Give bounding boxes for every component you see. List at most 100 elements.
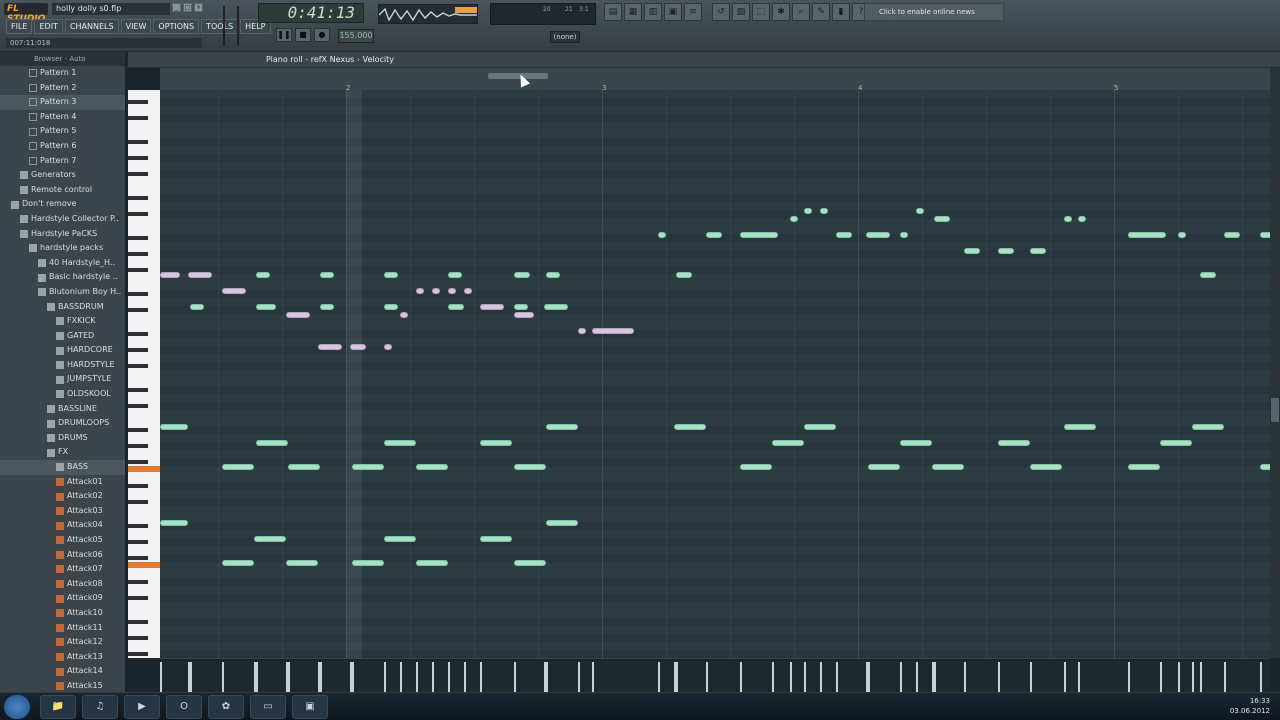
browser-item[interactable]: HARDCORE (0, 343, 125, 358)
black-key[interactable] (128, 332, 148, 336)
midi-note[interactable] (256, 272, 270, 278)
start-button[interactable] (4, 695, 30, 719)
black-key[interactable] (128, 100, 148, 104)
system-tray-clock[interactable]: 16:33 03.06.2012 (1230, 696, 1270, 716)
velocity-bar[interactable] (578, 662, 580, 692)
midi-note[interactable] (546, 424, 578, 430)
midi-note[interactable] (932, 464, 964, 470)
velocity-bar[interactable] (318, 662, 320, 692)
midi-note[interactable] (384, 536, 416, 542)
velocity-bar[interactable] (1030, 662, 1032, 692)
magnifier-icon[interactable]: ⌕ (792, 3, 810, 21)
plugin-icon[interactable]: ✱ (772, 3, 790, 21)
stop-icon[interactable]: ■ (295, 28, 311, 42)
online-news-panel[interactable]: Click to enable online news (864, 3, 1004, 21)
black-key[interactable] (128, 348, 148, 352)
undo-icon[interactable]: ↺ (712, 3, 730, 21)
piano-roll-timeline[interactable]: 2 3 4 5 (160, 68, 1270, 92)
midi-note[interactable] (1260, 232, 1270, 238)
velocity-bar[interactable] (400, 662, 402, 692)
velocity-bar[interactable] (772, 662, 774, 692)
black-key[interactable] (128, 444, 148, 448)
velocity-bar[interactable] (998, 662, 1000, 692)
velocity-bar[interactable] (1128, 662, 1130, 692)
velocity-bar[interactable] (790, 662, 792, 692)
black-key[interactable] (128, 292, 148, 296)
velocity-bar[interactable] (320, 662, 322, 692)
midi-note[interactable] (254, 536, 286, 542)
midi-note[interactable] (578, 328, 586, 334)
browser-item[interactable]: JUMPSTYLE (0, 372, 125, 387)
midi-note[interactable] (160, 272, 180, 278)
velocity-bar[interactable] (740, 662, 742, 692)
midi-note[interactable] (514, 560, 546, 566)
velocity-bar[interactable] (448, 662, 450, 692)
browser-item[interactable]: Basic hardstyle .. (0, 270, 125, 285)
midi-note[interactable] (400, 312, 408, 318)
midi-note[interactable] (416, 464, 448, 470)
midi-note[interactable] (546, 272, 560, 278)
midi-note[interactable] (544, 304, 568, 310)
browser-item[interactable]: Blutonium Boy H.. (0, 285, 125, 300)
playlist-icon[interactable]: ▤ (604, 3, 622, 21)
close-icon[interactable]: × (194, 3, 203, 12)
velocity-bar[interactable] (592, 662, 594, 692)
browser-item[interactable]: hardstyle packs (0, 241, 125, 256)
browser-item[interactable]: Hardstyle Collector P.. (0, 212, 125, 227)
midi-note[interactable] (448, 304, 464, 310)
midi-note[interactable] (866, 232, 890, 238)
channel-window-icon[interactable]: ▣ (664, 3, 682, 21)
browser-item[interactable]: GATED (0, 329, 125, 344)
black-key[interactable] (128, 268, 148, 272)
velocity-bar[interactable] (868, 662, 870, 692)
minimize-icon[interactable]: _ (172, 3, 181, 12)
record-icon[interactable]: ● (314, 28, 330, 42)
midi-note[interactable] (804, 424, 836, 430)
midi-note[interactable] (514, 272, 530, 278)
midi-note[interactable] (286, 312, 310, 318)
spotify-icon[interactable]: ♫ (82, 695, 118, 719)
velocity-bar[interactable] (416, 662, 418, 692)
vertical-scrollbar[interactable] (1270, 68, 1280, 658)
browser-item[interactable]: Pattern 1 (0, 66, 125, 81)
menu-options[interactable]: OPTIONS (153, 19, 200, 34)
browser-item[interactable]: Pattern 6 (0, 139, 125, 154)
browser-item[interactable]: Pattern 2 (0, 81, 125, 96)
midi-note[interactable] (592, 328, 634, 334)
midi-note[interactable] (1192, 424, 1224, 430)
midi-note[interactable] (320, 304, 334, 310)
folder-icon[interactable]: ▭ (250, 695, 286, 719)
midi-note[interactable] (432, 288, 440, 294)
velocity-bar[interactable] (190, 662, 192, 692)
velocity-bar[interactable] (836, 662, 838, 692)
midi-note[interactable] (350, 344, 366, 350)
midi-note[interactable] (320, 272, 334, 278)
midi-note[interactable] (900, 232, 908, 238)
midi-note[interactable] (1224, 232, 1240, 238)
midi-note[interactable] (464, 288, 472, 294)
black-key[interactable] (128, 388, 148, 392)
black-key[interactable] (128, 212, 148, 216)
app-icon[interactable]: ▣ (292, 695, 328, 719)
midi-note[interactable] (790, 216, 798, 222)
midi-note[interactable] (706, 232, 722, 238)
midi-note[interactable] (448, 288, 456, 294)
midi-note[interactable] (190, 304, 204, 310)
midi-note[interactable] (546, 520, 578, 526)
browser-item[interactable]: OLDSKOOL (0, 387, 125, 402)
midi-note[interactable] (740, 464, 772, 470)
midi-note[interactable] (998, 440, 1030, 446)
black-key[interactable] (128, 596, 148, 600)
velocity-bar[interactable] (464, 662, 466, 692)
velocity-bar[interactable] (480, 662, 482, 692)
velocity-bar[interactable] (1224, 662, 1226, 692)
black-key[interactable] (128, 196, 148, 200)
midi-note[interactable] (480, 304, 504, 310)
menu-view[interactable]: VIEW (120, 19, 152, 34)
velocity-bar[interactable] (1200, 662, 1202, 692)
velocity-bar[interactable] (820, 662, 822, 692)
midi-note[interactable] (1064, 216, 1072, 222)
opera-icon[interactable]: O (166, 695, 202, 719)
black-key[interactable] (128, 428, 148, 432)
black-key[interactable] (128, 524, 148, 528)
